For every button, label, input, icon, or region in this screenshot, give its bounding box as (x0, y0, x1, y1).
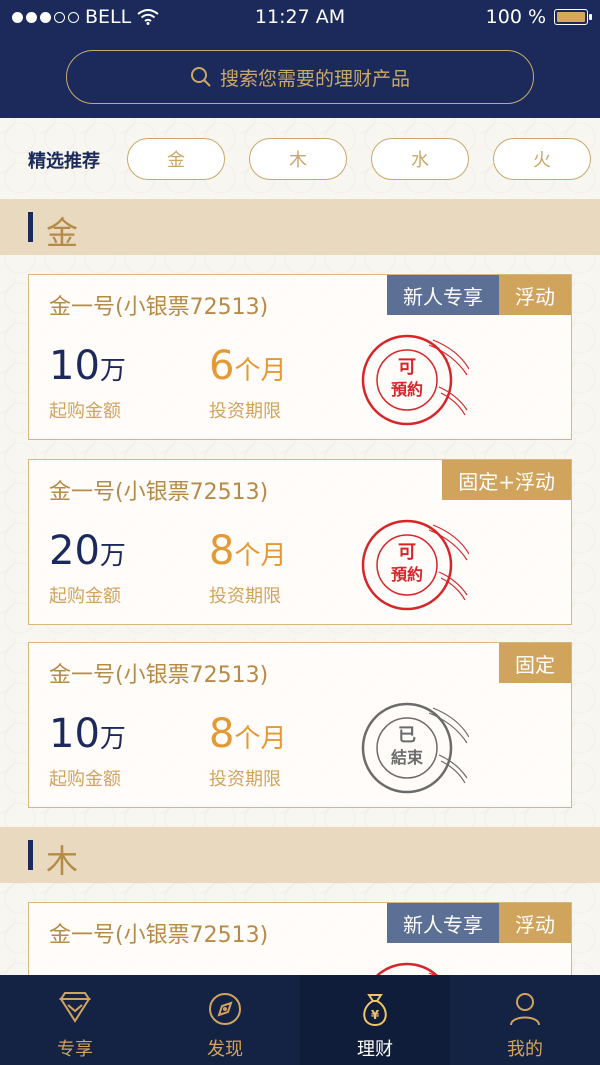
filter-chip-huo[interactable]: 火 (493, 138, 591, 180)
period-unit: 个月 (234, 356, 287, 386)
min-amount-unit: 万 (99, 724, 126, 754)
min-amount-unit: 万 (99, 356, 126, 386)
svg-text:結束: 結束 (391, 748, 424, 767)
min-amount-label: 起购金额 (49, 769, 121, 790)
product-card[interactable]: 金一号(小银票72513) 固定 10万 起购金额 8个月 投资期限 已 結束 (28, 642, 572, 808)
min-amount: 10万 (49, 711, 126, 757)
min-amount-value: 10 (49, 343, 100, 389)
user-icon (510, 993, 540, 1026)
product-tags: 新人专享 浮动 (387, 903, 571, 943)
product-card[interactable]: 金一号(小银票72513) 新人专享 浮动 10万 起购金额 6个月 投资期限 … (28, 274, 572, 440)
section-title: 木 (46, 842, 79, 880)
search-icon (190, 66, 212, 88)
reservable-stamp-icon (376, 962, 438, 975)
tab-label: 理财 (357, 1039, 393, 1060)
min-amount-value: 20 (49, 528, 100, 574)
tab-label: 我的 (507, 1039, 543, 1060)
tag-rate-type: 浮动 (499, 903, 571, 943)
investment-period: 6个月 (209, 343, 286, 389)
investment-period: 8个月 (209, 528, 286, 574)
min-amount-label: 起购金额 (49, 586, 121, 607)
tab-label: 发现 (207, 1039, 243, 1060)
tag-rate-type: 固定+浮动 (442, 460, 571, 500)
filter-chip-shui[interactable]: 水 (371, 138, 469, 180)
bottom-tab-bar: 专享 发现 ¥ 理财 我的 (0, 975, 600, 1065)
reservable-stamp-icon: 可 預約 (361, 334, 469, 426)
svg-text:預約: 預約 (391, 565, 423, 584)
product-card[interactable]: 金一号(小银票72513) 固定+浮动 20万 起购金额 8个月 投资期限 可 … (28, 459, 572, 625)
header: BELL 11:27 AM 100 % 搜索您需要的理财产品 (0, 0, 600, 118)
period-value: 8 (209, 711, 235, 757)
period-unit: 个月 (234, 541, 287, 571)
product-name: 金一号(小银票72513) (49, 295, 269, 320)
filter-label: 精选推荐 (28, 151, 100, 172)
svg-text:可: 可 (398, 357, 416, 378)
period-value: 6 (209, 343, 235, 389)
filter-chip-jin[interactable]: 金 (127, 138, 225, 180)
period-value: 8 (209, 528, 235, 574)
section-marker (28, 212, 33, 242)
reservable-stamp-icon: 可 預約 (361, 519, 469, 611)
svg-text:可: 可 (398, 542, 416, 563)
period-label: 投资期限 (209, 586, 281, 607)
min-amount-value: 10 (49, 711, 100, 757)
filter-row: 精选推荐 金 木 水 火 (0, 138, 600, 182)
tab-discover[interactable]: 发现 (150, 975, 300, 1065)
product-card[interactable]: 金一号(小银票72513) 新人专享 浮动 (28, 902, 572, 975)
tab-exclusive[interactable]: 专享 (0, 975, 150, 1065)
tag-rate-type: 浮动 (499, 275, 571, 315)
battery-info: 100 % (485, 6, 592, 28)
section-header-jin: 金 (0, 199, 600, 255)
svg-text:已: 已 (398, 725, 416, 746)
compass-icon (209, 993, 241, 1025)
section-title: 金 (46, 214, 79, 252)
min-amount: 20万 (49, 528, 126, 574)
tab-mine[interactable]: 我的 (450, 975, 600, 1065)
tab-finance[interactable]: ¥ 理财 (300, 975, 450, 1065)
tag-rate-type: 固定 (499, 643, 571, 683)
section-marker (28, 840, 33, 870)
money-bag-icon: ¥ (363, 994, 387, 1027)
tag-new-user: 新人专享 (387, 275, 499, 315)
section-header-mu: 木 (0, 827, 600, 883)
period-label: 投资期限 (209, 769, 281, 790)
filter-chip-mu[interactable]: 木 (249, 138, 347, 180)
status-bar: BELL 11:27 AM 100 % (0, 0, 600, 36)
min-amount-label: 起购金额 (49, 401, 121, 422)
battery-percent: 100 % (485, 6, 546, 28)
period-unit: 个月 (234, 724, 287, 754)
product-name: 金一号(小银票72513) (49, 923, 269, 948)
ended-stamp-icon: 已 結束 (361, 702, 469, 794)
product-tags: 固定+浮动 (442, 460, 571, 500)
tab-label: 专享 (57, 1039, 93, 1060)
diamond-icon (59, 992, 91, 1023)
product-name: 金一号(小银票72513) (49, 480, 269, 505)
min-amount-unit: 万 (99, 541, 126, 571)
min-amount: 10万 (49, 343, 126, 389)
search-bar[interactable]: 搜索您需要的理财产品 (66, 50, 534, 104)
product-name: 金一号(小银票72513) (49, 663, 269, 688)
product-tags: 固定 (499, 643, 571, 683)
content-area[interactable]: 精选推荐 金 木 水 火 金 金一号(小银票72513) 新人专享 浮动 10万… (0, 118, 600, 975)
tag-new-user: 新人专享 (387, 903, 499, 943)
search-placeholder: 搜索您需要的理财产品 (219, 67, 410, 90)
svg-text:預約: 預約 (391, 380, 423, 399)
battery-icon (554, 9, 592, 25)
period-label: 投资期限 (209, 401, 281, 422)
product-tags: 新人专享 浮动 (387, 275, 571, 315)
investment-period: 8个月 (209, 711, 286, 757)
svg-text:¥: ¥ (371, 1008, 380, 1022)
